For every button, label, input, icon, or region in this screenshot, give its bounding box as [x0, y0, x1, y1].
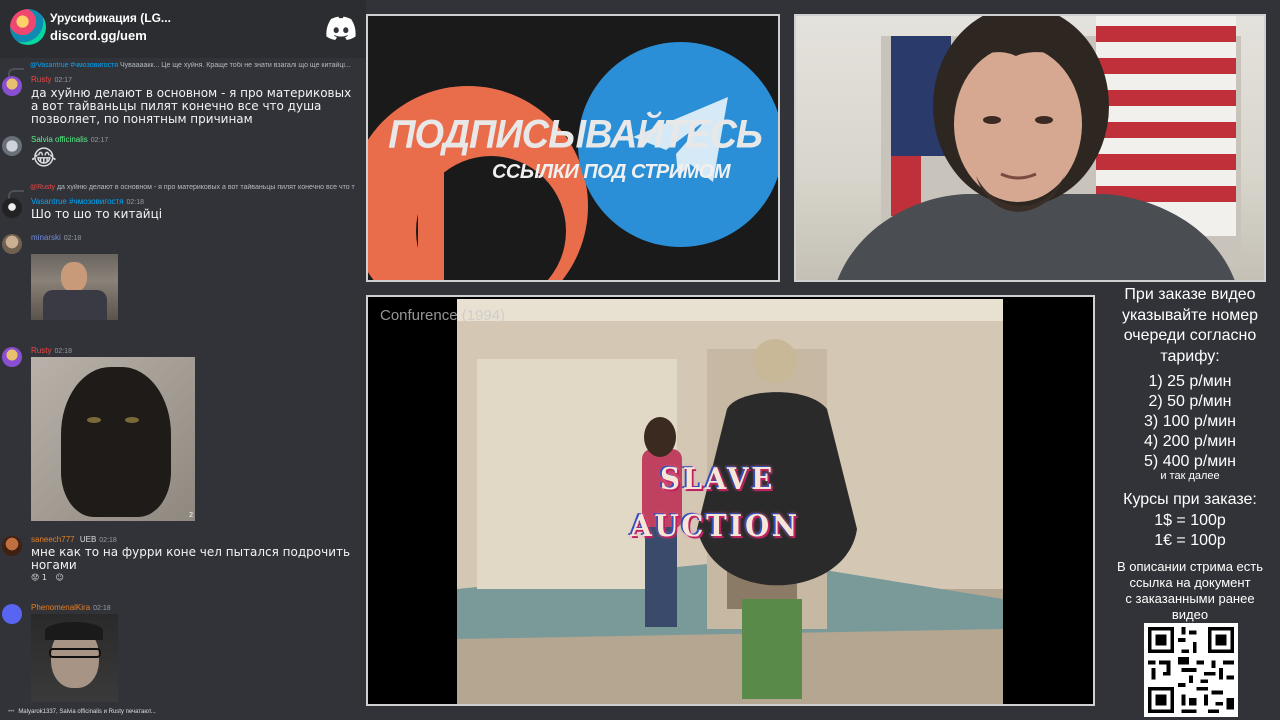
video-title: Confurence (1994)	[380, 307, 506, 324]
video-frame: SLAVE AUCTION	[457, 299, 1003, 704]
pricing-intro: При заказе видео указывайте номер очеред…	[1121, 286, 1259, 365]
reply-preview[interactable]: @Rusty да хуйню делают в основном - я пр…	[30, 184, 366, 191]
message-text: Шо то шо то китайці	[31, 207, 163, 221]
avatar[interactable]	[2, 76, 22, 96]
tier-item: 2) 50 р/мин	[1148, 393, 1232, 410]
message-author[interactable]: saneech777 UEB 02:18	[31, 535, 117, 544]
rate-item: 1€ = 100р	[1154, 532, 1226, 549]
video-player[interactable]: SLAVE AUCTION Confurence (1994)	[366, 295, 1095, 706]
message-author[interactable]: Salvia officinalis 02:17	[31, 135, 108, 144]
reaction[interactable]: 😟 1 ☺	[31, 573, 64, 582]
message-text: мне как то на фурри коне чел пытался под…	[31, 545, 351, 572]
pricing-more: и так далее	[1160, 470, 1220, 482]
message-author[interactable]: minarski 02:18	[31, 233, 81, 242]
add-reaction-icon[interactable]: ☺	[56, 573, 64, 582]
message-author[interactable]: Rusty 02:18	[31, 346, 72, 355]
avatar[interactable]	[2, 536, 22, 556]
typing-indicator: ••• Malyarok1337, Salvia officinalis и Ru…	[8, 709, 156, 715]
avatar[interactable]	[2, 347, 22, 367]
server-name: Урусификация (LG...	[50, 11, 171, 25]
slave-caption: SLAVE	[660, 462, 775, 497]
message-author[interactable]: PhenomenalKira 02:18	[31, 603, 111, 612]
pricing-tiers: 1) 25 р/мин 2) 50 р/мин 3) 100 р/мин 4) …	[1100, 372, 1280, 472]
avatar[interactable]	[2, 604, 22, 624]
message-author[interactable]: Vasantrue #чмозовигостя 02:18	[31, 197, 144, 206]
auction-caption: AUCTION	[630, 509, 800, 544]
tier-item: 3) 100 р/мин	[1144, 413, 1236, 430]
qr-code-icon[interactable]	[1144, 623, 1238, 717]
chat-overlay: Урусификация (LG... discord.gg/uem @Vasa…	[0, 0, 366, 720]
rates-list: 1$ = 100р 1€ = 100р	[1100, 511, 1280, 551]
pricing-panel: При заказе видео указывайте номер очеред…	[1100, 283, 1280, 720]
image-attachment[interactable]	[31, 614, 118, 702]
video-scene	[457, 299, 1003, 704]
image-attachment[interactable]	[31, 254, 118, 320]
message-author[interactable]: Rusty 02:17	[31, 75, 72, 84]
subscribe-banner: ПОДПИСЫВАЙТЕСЬ ССЫЛКИ ПОД СТРИМОМ	[366, 14, 780, 282]
avatar[interactable]	[2, 234, 22, 254]
rates-title: Курсы при заказе:	[1123, 491, 1257, 508]
worried-emoji-icon: 😟	[31, 573, 40, 582]
rate-item: 1$ = 100р	[1154, 512, 1226, 529]
image-attachment[interactable]: 2	[31, 357, 195, 521]
banner-title: ПОДПИСЫВАЙТЕСЬ	[388, 112, 763, 158]
avatar[interactable]	[2, 198, 22, 218]
avatar[interactable]	[2, 136, 22, 156]
laughing-emoji-icon: 😂	[31, 146, 57, 171]
server-header: Урусификация (LG... discord.gg/uem	[0, 0, 366, 58]
tier-item: 4) 200 р/мин	[1144, 433, 1236, 450]
typing-dots-icon: •••	[8, 709, 15, 715]
description-note: В описании стрима есть ссылка на докумен…	[1116, 559, 1264, 622]
server-icon	[10, 9, 46, 45]
webcam-scene	[837, 16, 1241, 280]
tier-item: 5) 400 р/мин	[1144, 453, 1236, 470]
webcam-feed	[794, 14, 1266, 282]
discord-logo-icon	[326, 16, 356, 40]
reply-preview[interactable]: @Vasantrue #чмозовигостя Чуваааакк... Це…	[30, 62, 366, 69]
message-text: да хуйню делают в основном - я про матер…	[31, 86, 352, 126]
tier-item: 1) 25 р/мин	[1148, 373, 1232, 390]
server-invite-link[interactable]: discord.gg/uem	[50, 28, 147, 43]
banner-subtitle: ССЫЛКИ ПОД СТРИМОМ	[491, 161, 731, 183]
